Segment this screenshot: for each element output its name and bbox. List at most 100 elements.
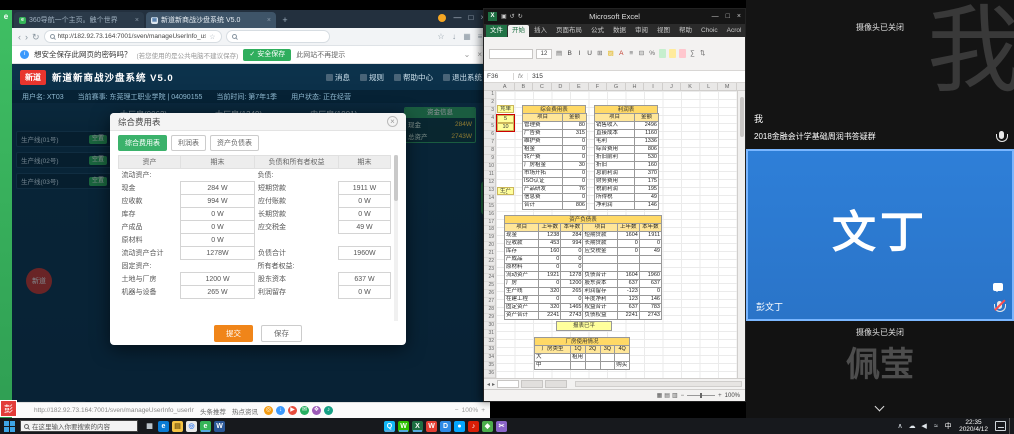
cell[interactable]: 0 — [639, 288, 661, 296]
row-header-25[interactable]: 25 — [484, 282, 495, 290]
cell[interactable]: 49 — [635, 194, 659, 202]
row-header-10[interactable]: 10 — [484, 163, 495, 171]
cell[interactable]: 1200 W — [181, 273, 255, 286]
cell[interactable]: 息前利润 — [595, 170, 635, 178]
url-box[interactable]: http://182.92.73.164:7001/sven/manageUse… — [44, 30, 222, 43]
browser-search-box[interactable] — [226, 30, 330, 43]
cell[interactable]: 320 — [539, 288, 561, 296]
cell[interactable]: 637 — [617, 304, 639, 312]
browser-zoom-level[interactable]: 100% — [462, 407, 479, 414]
cell[interactable]: 毛利 — [595, 138, 635, 146]
column-header-5[interactable]: E — [570, 83, 589, 90]
mic-icon[interactable] — [999, 131, 1004, 139]
browser-tab-2[interactable]: ▤ 新道新商战沙盘系统 V5.0 × — [146, 12, 276, 28]
music-icon[interactable]: ♪ — [468, 421, 479, 432]
sheet-horizontal-scrollbar[interactable] — [575, 381, 742, 387]
cell[interactable]: 机器与设备 — [119, 286, 181, 299]
extensions-icon[interactable]: ▦ — [463, 31, 471, 42]
cell[interactable]: 净利润 — [595, 202, 635, 210]
cell[interactable]: 320 — [539, 304, 561, 312]
sim-nav-item-3[interactable]: 帮助中心 — [394, 72, 433, 83]
cell[interactable]: 合计 — [523, 202, 563, 210]
row-header-21[interactable]: 21 — [484, 250, 495, 258]
sheet-nav-right-icon[interactable]: ▸ — [492, 381, 495, 388]
cell[interactable]: 0 — [539, 280, 561, 288]
cell[interactable] — [583, 264, 617, 272]
new-tab-button[interactable]: + — [279, 14, 291, 26]
zoom-slider[interactable] — [687, 395, 715, 396]
cell-style-green[interactable] — [659, 49, 666, 58]
cell[interactable]: 1604 — [617, 272, 639, 280]
cell[interactable]: 产品研发 — [523, 186, 563, 194]
cell[interactable]: 783 — [639, 304, 661, 312]
cell[interactable]: 0 — [563, 154, 587, 162]
row-header-5[interactable]: 5 — [484, 123, 495, 131]
cell[interactable]: 负债权益 — [583, 312, 617, 320]
cell[interactable]: 265 W — [181, 286, 255, 299]
underline-icon[interactable]: U — [586, 49, 593, 58]
cell[interactable]: 0 — [539, 264, 561, 272]
cell[interactable]: 库存 — [119, 208, 181, 221]
cell[interactable]: 负债合计 — [255, 247, 339, 260]
cell[interactable]: 160 — [635, 162, 659, 170]
row-header-28[interactable]: 28 — [484, 306, 495, 314]
cell[interactable] — [181, 260, 255, 273]
collapse-bar-icon[interactable]: ⌄ — [464, 50, 471, 59]
column-header-12[interactable]: L — [700, 83, 719, 90]
sim-nav-item-1[interactable]: 消息 — [326, 72, 350, 83]
network-icon[interactable]: ≈ — [932, 421, 940, 432]
ribbon-tab-7[interactable]: 审阅 — [631, 25, 652, 37]
wechat-icon[interactable]: W — [398, 421, 409, 432]
bold-icon[interactable]: B — [566, 49, 573, 58]
excel-close-button[interactable]: × — [737, 13, 741, 20]
normal-view-icon[interactable]: ▦ — [657, 392, 663, 399]
sum-icon[interactable]: ∑ — [689, 49, 696, 58]
undo-icon[interactable]: ↺ — [510, 11, 515, 22]
a-cell-4[interactable]: 生产线 — [497, 187, 514, 195]
cell[interactable]: 0 — [639, 240, 661, 248]
cell[interactable]: 固定资产: — [119, 260, 181, 273]
cell[interactable]: 流动资产 — [505, 272, 539, 280]
cell[interactable]: 2Q — [585, 346, 600, 354]
cell[interactable]: 146 — [639, 296, 661, 304]
cell[interactable]: 315 — [563, 130, 587, 138]
cell[interactable] — [600, 362, 615, 370]
cell[interactable]: 370 — [635, 170, 659, 178]
excel-icon[interactable]: X — [412, 421, 423, 432]
cell[interactable]: 530 — [635, 154, 659, 162]
cell[interactable]: ISO认证 — [523, 178, 563, 186]
cell[interactable]: 应付账款 — [255, 195, 339, 208]
sheet-tab-2[interactable] — [521, 380, 543, 388]
cell[interactable]: 应交税金 — [255, 221, 339, 234]
cell[interactable]: 76 — [563, 186, 587, 194]
cell[interactable]: 4Q — [615, 346, 630, 354]
sheet-nav-left-icon[interactable]: ◂ — [487, 381, 490, 388]
cell[interactable]: 应收款 — [119, 195, 181, 208]
cell[interactable]: 管理费 — [523, 122, 563, 130]
ime-indicator[interactable]: 中 — [944, 421, 952, 432]
row-header-20[interactable]: 20 — [484, 242, 495, 250]
font-color-icon[interactable]: A — [618, 49, 625, 58]
ribbon-tab-10[interactable]: Choic — [697, 25, 722, 37]
zoom-in-button[interactable]: + — [718, 393, 722, 399]
chat-bubble-icon[interactable] — [993, 283, 1003, 291]
save-icon[interactable]: ▣ — [501, 11, 507, 22]
column-header-4[interactable]: D — [552, 83, 571, 90]
cell[interactable]: 在建工程 — [505, 296, 539, 304]
word-icon[interactable]: W — [214, 421, 225, 432]
cell[interactable]: 806 — [635, 146, 659, 154]
cell-style-yellow[interactable] — [669, 49, 676, 58]
cell[interactable]: 284 W — [181, 182, 255, 195]
row-header-2[interactable]: 2 — [484, 99, 495, 107]
wps-icon[interactable]: W — [426, 421, 437, 432]
cell[interactable]: 厂房租金 — [523, 162, 563, 170]
cell[interactable]: 2496 — [635, 122, 659, 130]
row-header-27[interactable]: 27 — [484, 298, 495, 306]
column-header-3[interactable]: C — [533, 83, 552, 90]
cell[interactable]: 0 W — [181, 221, 255, 234]
cell[interactable]: 0 — [539, 256, 561, 264]
cell[interactable]: 流动资产: — [119, 169, 181, 182]
zoom-slider-knob[interactable] — [700, 393, 702, 398]
video-panel-self[interactable]: 摄像头已关闭 我 我 2018金融会计学基础周润书答疑群 — [746, 0, 1014, 149]
cell[interactable]: 短期贷款 — [255, 182, 339, 195]
